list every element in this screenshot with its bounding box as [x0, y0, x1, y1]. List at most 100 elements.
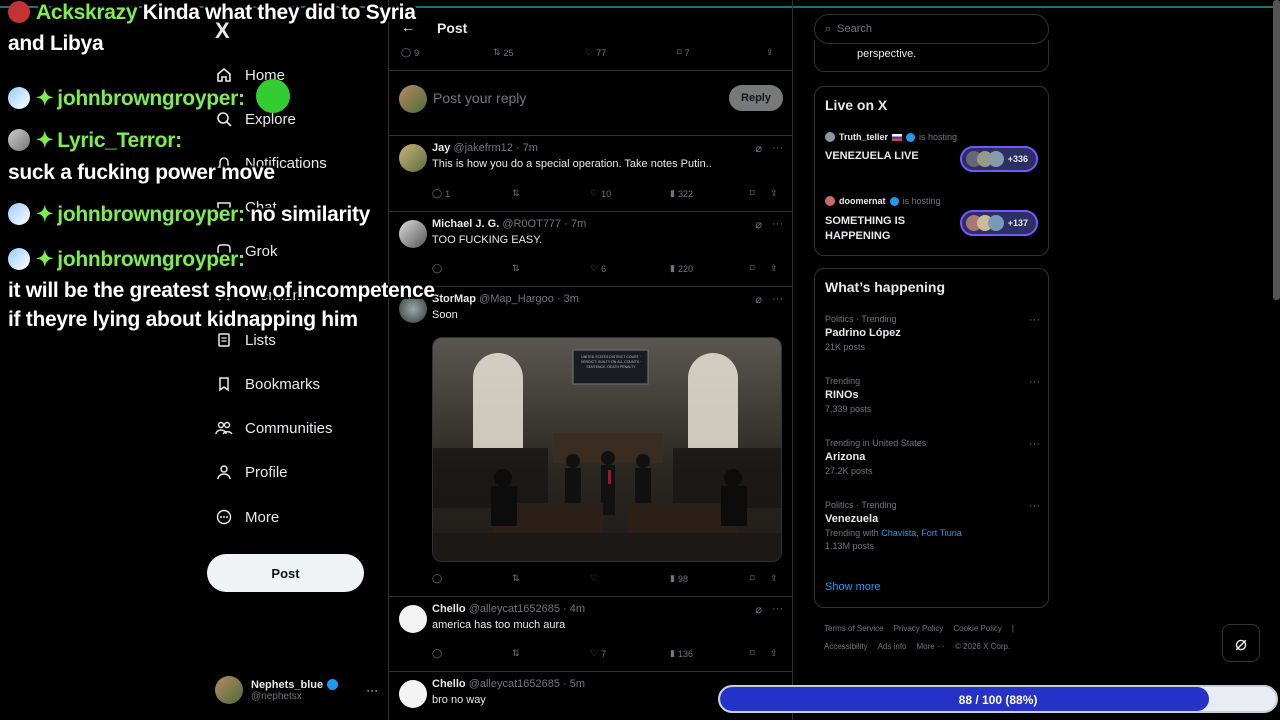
share-icon[interactable]: ⇪ [766, 47, 774, 58]
tweet-author[interactable]: Michael J. G. [432, 218, 499, 230]
tweet-actions: ◯ ⇅ ♡ ▮ 98 ⌑ ⇪ [432, 573, 782, 587]
trend-meta: Politics · Trending [825, 500, 897, 510]
footer-link[interactable]: Privacy Policy [894, 624, 944, 633]
trend-item[interactable]: Trending in United States Arizona 27.2K … [825, 438, 1040, 476]
views-action[interactable]: ▮ 136 [670, 648, 693, 659]
tweet-author[interactable]: Chello [432, 678, 466, 690]
share-icon[interactable]: ⇪ [770, 188, 778, 199]
nav-communities-label: Communities [245, 419, 333, 437]
footer-link[interactable]: Ads info [878, 642, 907, 651]
footer-link[interactable]: More ··· [916, 642, 944, 651]
repost-icon[interactable]: ⇅ [512, 188, 520, 199]
more-dots-icon[interactable]: ··· [1029, 500, 1040, 512]
like-action[interactable]: ♡ 10 [590, 188, 611, 199]
trend-meta: Trending in United States [825, 438, 927, 448]
nav-lists-label: Lists [245, 331, 276, 349]
tweet[interactable]: Chello @alleycat1652685 · 4m ⌀ ··· americ… [389, 596, 793, 671]
tweet-author[interactable]: Jay [432, 142, 450, 154]
tweet[interactable]: StorMap @Map_Hargoo · 3m ⌀ ··· Soon UNITE… [389, 286, 793, 596]
more-dots-icon[interactable]: ··· [1029, 376, 1040, 388]
nav-bookmarks[interactable]: Bookmarks [215, 375, 320, 393]
reply-icon[interactable]: ◯ [432, 648, 442, 659]
nav-more[interactable]: More [215, 508, 279, 526]
bookmark-icon[interactable]: ⌑ [750, 648, 755, 659]
more-dots-icon[interactable]: ··· [772, 142, 783, 155]
tweet-image[interactable]: UNITED STATES DISTRICT COURT · VERDICT: … [432, 337, 782, 562]
account-switcher[interactable]: Nephets_blue @nephetsx ··· [215, 676, 378, 704]
grok-icon[interactable]: ⌀ [755, 293, 762, 306]
more-dots-icon[interactable]: ··· [772, 218, 783, 231]
like-action[interactable]: ♡ 7 [590, 648, 606, 659]
avatar [399, 605, 427, 633]
scrollbar[interactable] [1273, 0, 1280, 300]
repost-icon[interactable]: ⇅ [512, 263, 520, 274]
reply-composer: Post your reply Reply [389, 70, 793, 134]
view-count: 136 [677, 648, 693, 659]
grok-icon[interactable]: ⌀ [755, 218, 762, 231]
search-input[interactable]: Search [837, 23, 872, 35]
reply-icon[interactable]: ◯ [432, 263, 442, 274]
tweet[interactable]: Jay @jakefrm12 · 7m ⌀ ··· This is how you… [389, 135, 793, 211]
reply-input[interactable]: Post your reply [433, 90, 526, 106]
sparkle-icon: ✦ [36, 87, 54, 110]
bookmark-icon[interactable]: ⌑ [750, 188, 755, 199]
repost-action[interactable]: ⇅ 25 [493, 47, 514, 58]
tweet-author[interactable]: Chello [432, 603, 466, 615]
bookmark-icon [215, 375, 233, 393]
nav-profile[interactable]: Profile [215, 463, 288, 481]
trend-item[interactable]: Politics · Trending Venezuela Trending w… [825, 500, 1040, 551]
tweet-handle: @Map_Hargoo [479, 293, 554, 305]
trend-item[interactable]: Trending RINOs 7,339 posts ··· [825, 376, 1040, 414]
trend-with-links[interactable]: Chavista, Fort Tiuna [881, 528, 962, 538]
repost-icon[interactable]: ⇅ [512, 573, 520, 584]
more-dots-icon[interactable]: ··· [366, 683, 378, 697]
grok-icon[interactable]: ⌀ [1222, 624, 1260, 662]
post-button[interactable]: Post [207, 554, 364, 592]
live-space-title: SOMETHING IS HAPPENING [825, 215, 906, 242]
more-dots-icon[interactable]: ··· [772, 603, 783, 616]
repost-icon[interactable]: ⇅ [512, 648, 520, 659]
trend-count: 1.13M posts [825, 541, 875, 551]
more-dots-icon[interactable]: ··· [1029, 314, 1040, 326]
grok-icon[interactable]: ⌀ [755, 603, 762, 616]
live-item[interactable]: Truth_teller is hosting VENEZUELA LIVE +… [825, 132, 1040, 172]
trend-item[interactable]: Politics · Trending Padrino López 21K po… [825, 314, 1040, 352]
heart-icon[interactable]: ♡ [590, 573, 598, 584]
nav-communities[interactable]: Communities [215, 419, 333, 437]
share-icon[interactable]: ⇪ [770, 648, 778, 659]
bookmark-action[interactable]: ⌑ 7 [677, 47, 690, 58]
reply-button[interactable]: Reply [729, 85, 783, 111]
chat-message: ✦ johnbrowngroyper: [8, 247, 245, 272]
chat-message: ✦ johnbrowngroyper: [8, 79, 296, 113]
reply-action[interactable]: ◯ 9 [401, 47, 419, 58]
chat-username: johnbrowngroyper: [57, 203, 245, 226]
tweet[interactable]: Michael J. G. @R0OT777 · 7m ⌀ ··· TOO FUC… [389, 211, 793, 286]
listeners-pill[interactable]: +336 [960, 146, 1038, 172]
tweet-author[interactable]: StorMap [432, 293, 476, 305]
footer-link[interactable]: Accessibility [824, 642, 868, 651]
like-count: 10 [601, 188, 612, 199]
listeners-pill[interactable]: +137 [960, 210, 1038, 236]
share-icon[interactable]: ⇪ [770, 263, 778, 274]
like-action[interactable]: ♡ 77 [585, 47, 606, 58]
reply-action[interactable]: ◯ 1 [432, 188, 450, 199]
like-count: 7 [601, 648, 607, 659]
views-action[interactable]: ▮ 322 [670, 188, 693, 199]
footer-link[interactable]: Cookie Policy [953, 624, 1001, 633]
grok-icon[interactable]: ⌀ [755, 142, 762, 155]
bookmark-icon[interactable]: ⌑ [750, 573, 755, 584]
more-dots-icon[interactable]: ··· [1029, 438, 1040, 450]
live-item[interactable]: doomernat is hosting SOMETHING IS HAPPEN… [825, 196, 1040, 244]
nav-lists[interactable]: Lists [215, 331, 276, 349]
more-dots-icon[interactable]: ··· [772, 293, 783, 306]
bookmark-icon[interactable]: ⌑ [750, 263, 755, 274]
views-action[interactable]: ▮ 220 [670, 263, 693, 274]
show-more-link[interactable]: Show more [825, 581, 881, 593]
person-icon [215, 463, 233, 481]
like-action[interactable]: ♡ 6 [590, 263, 606, 274]
reply-icon[interactable]: ◯ [432, 573, 442, 584]
views-action[interactable]: ▮ 98 [670, 573, 688, 584]
footer-link[interactable]: Terms of Service [824, 624, 884, 633]
avatar [399, 85, 427, 113]
share-icon[interactable]: ⇪ [770, 573, 778, 584]
